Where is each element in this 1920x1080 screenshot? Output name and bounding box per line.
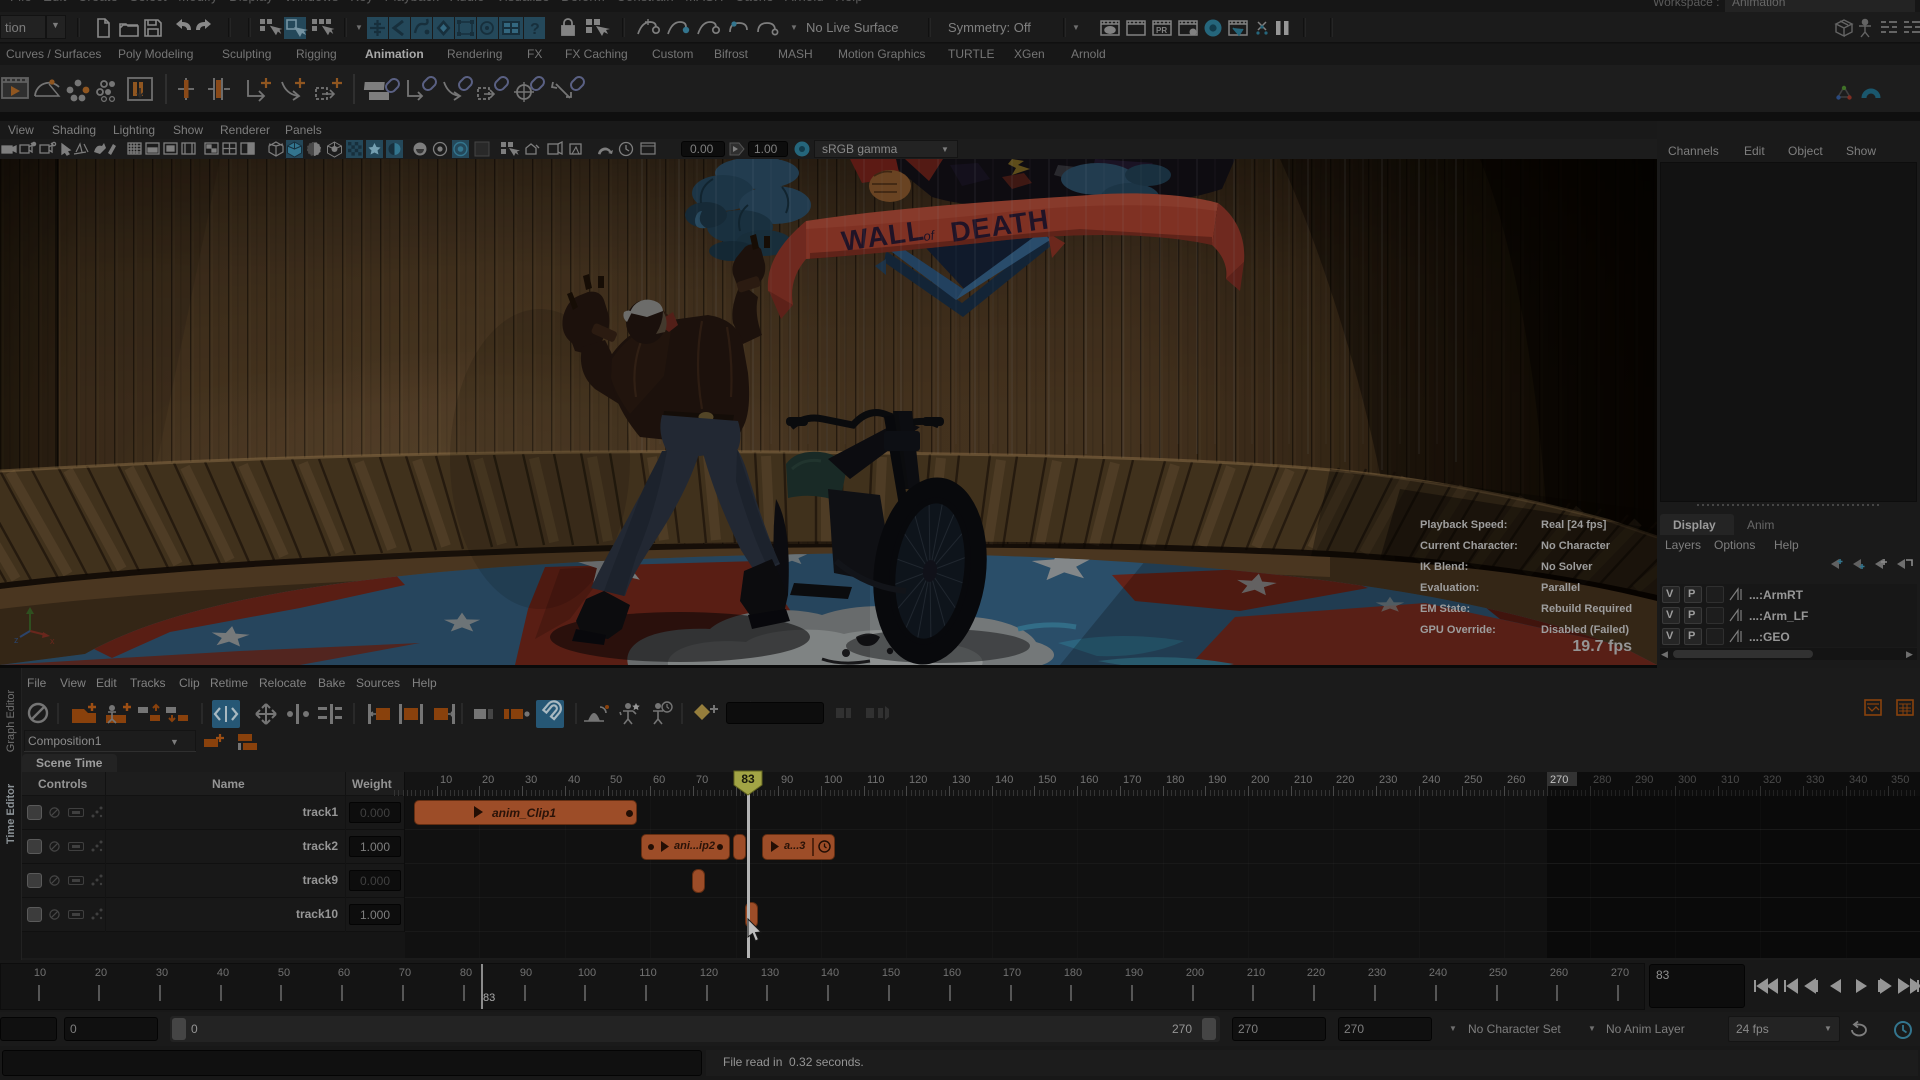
svg-text:PR: PR (1156, 26, 1167, 35)
svg-text:z: z (14, 635, 19, 645)
svg-text:x: x (50, 636, 55, 645)
svg-text:?: ? (530, 21, 540, 38)
